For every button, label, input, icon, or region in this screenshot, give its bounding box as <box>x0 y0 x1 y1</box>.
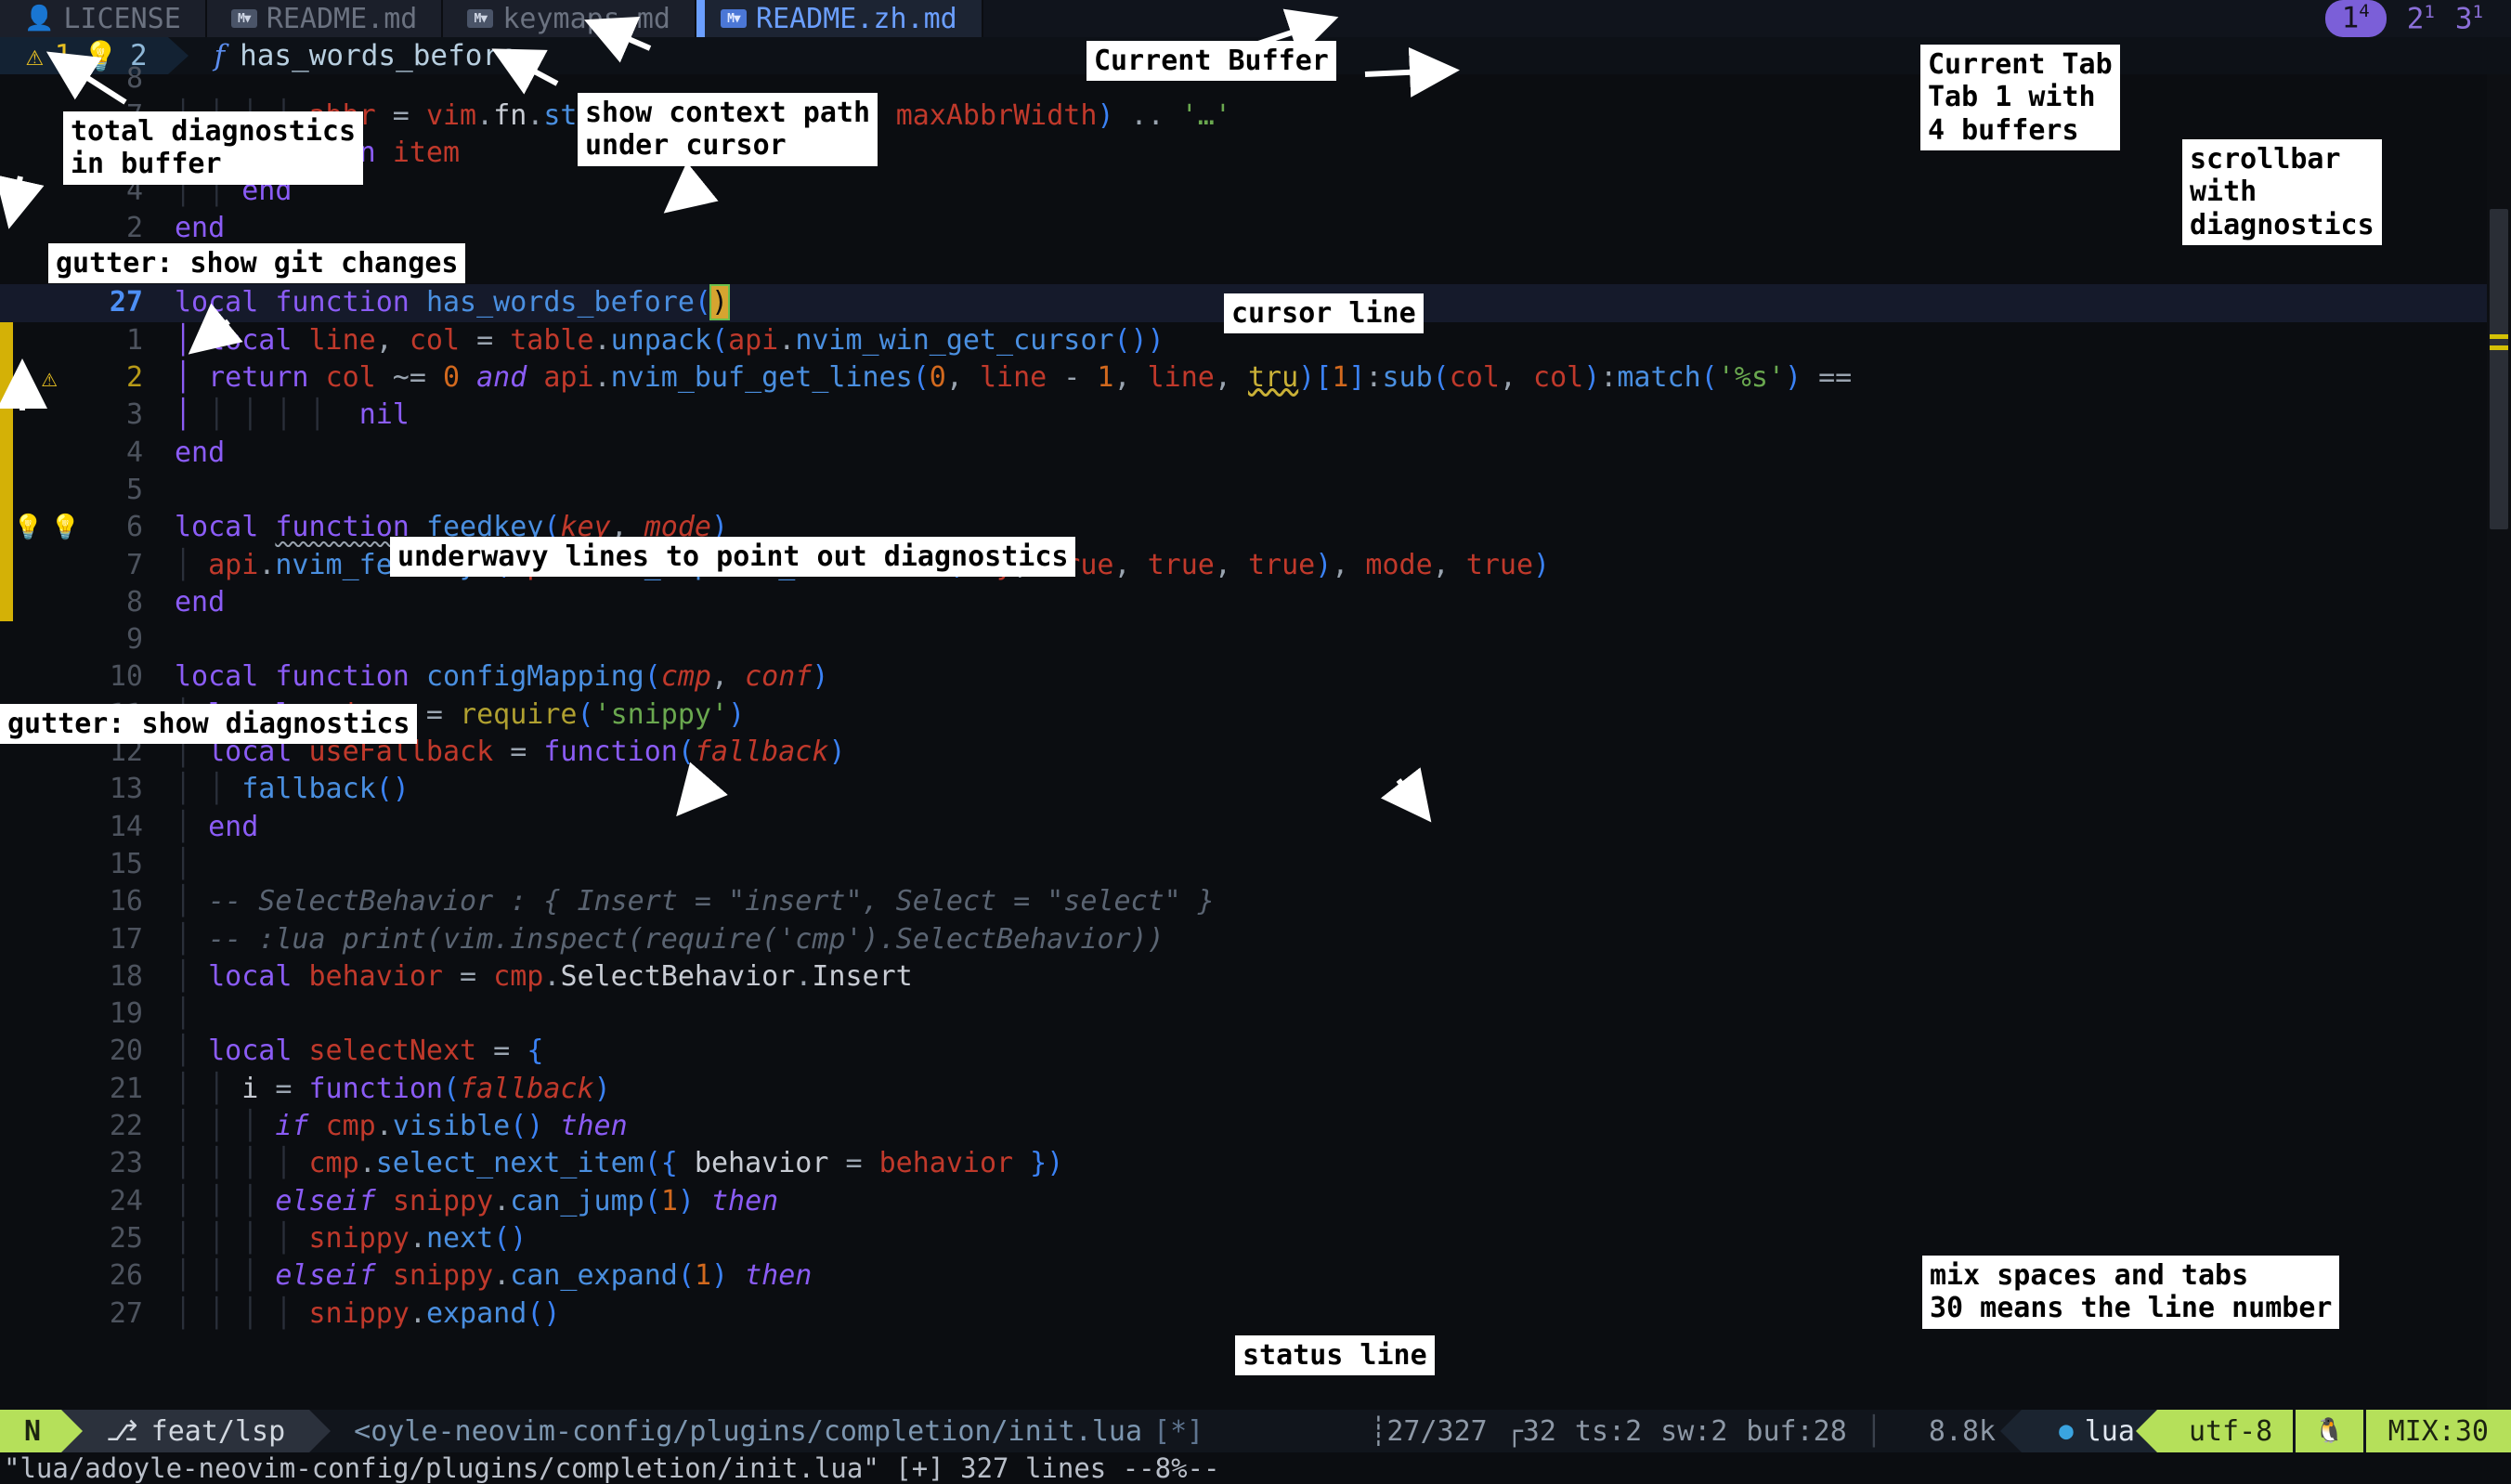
annotation-show-context-path: show context path under cursor <box>578 93 878 166</box>
annotation-status-line: status line <box>1235 1335 1435 1375</box>
annotation-current-buffer: Current Buffer <box>1086 41 1336 81</box>
annotation-gutter-git: gutter: show git changes <box>48 243 465 283</box>
annotation-current-tab: Current Tab Tab 1 with 4 buffers <box>1920 45 2120 150</box>
annotation-mix-spaces-tabs: mix spaces and tabs 30 means the line nu… <box>1922 1256 2339 1329</box>
annotation-total-diagnostics: total diagnostics in buffer <box>63 111 363 185</box>
annotation-underwavy: underwavy lines to point out diagnostics <box>390 537 1075 577</box>
annotation-cursor-line: cursor line <box>1224 293 1424 333</box>
annotation-gutter-diagnostics: gutter: show diagnostics <box>0 704 417 744</box>
neovim-window: 👤 LICENSE M▼ README.md M▼ keymaps.md M▼ … <box>0 0 2511 1484</box>
annotation-scrollbar: scrollbar with diagnostics <box>2182 139 2382 245</box>
